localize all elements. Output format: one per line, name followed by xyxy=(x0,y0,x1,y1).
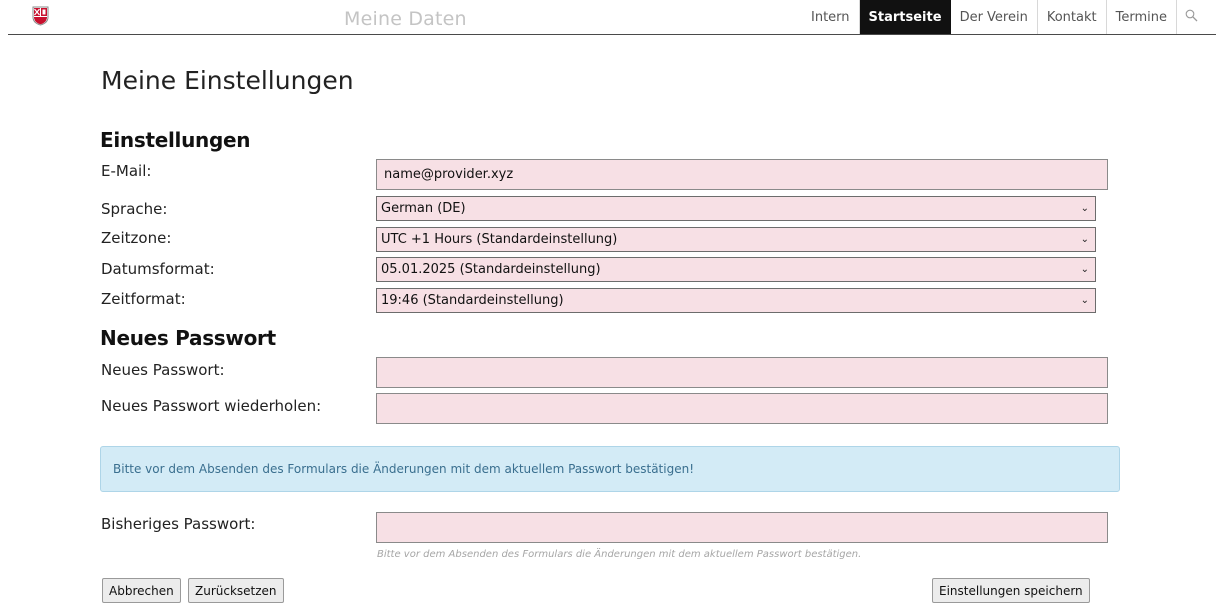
timezone-select[interactable]: UTC +1 Hours (Standardeinstellung) ⌄ xyxy=(376,227,1096,252)
timeformat-label: Zeitformat: xyxy=(101,290,186,308)
page-title: Meine Einstellungen xyxy=(101,66,354,95)
search-button[interactable] xyxy=(1177,0,1207,34)
dateformat-selected-value: 05.01.2025 (Standardeinstellung) xyxy=(381,262,601,277)
chevron-down-icon: ⌄ xyxy=(1080,295,1089,306)
chevron-down-icon: ⌄ xyxy=(1080,264,1089,275)
timeformat-selected-value: 19:46 (Standardeinstellung) xyxy=(381,293,564,308)
header-divider xyxy=(8,34,1216,35)
language-select[interactable]: German (DE) ⌄ xyxy=(376,196,1096,221)
settings-section-heading: Einstellungen xyxy=(100,128,251,152)
top-header: Meine Daten Intern Startseite Der Verein… xyxy=(0,0,1216,35)
nav-item-intern[interactable]: Intern xyxy=(802,0,860,34)
info-alert: Bitte vor dem Absenden des Formulars die… xyxy=(100,446,1120,492)
chevron-down-icon: ⌄ xyxy=(1080,203,1089,214)
nav-item-startseite[interactable]: Startseite xyxy=(859,0,951,34)
nav-item-kontakt[interactable]: Kontakt xyxy=(1038,0,1107,34)
search-icon xyxy=(1185,9,1198,26)
chevron-down-icon: ⌄ xyxy=(1080,234,1089,245)
current-password-label: Bisheriges Passwort: xyxy=(101,515,256,533)
language-selected-value: German (DE) xyxy=(381,201,466,216)
email-label: E-Mail: xyxy=(101,162,152,180)
timeformat-select[interactable]: 19:46 (Standardeinstellung) ⌄ xyxy=(376,288,1096,313)
new-password-field[interactable] xyxy=(376,357,1108,388)
nav-item-der-verein[interactable]: Der Verein xyxy=(951,0,1038,34)
timezone-selected-value: UTC +1 Hours (Standardeinstellung) xyxy=(381,232,618,247)
repeat-password-label: Neues Passwort wiederholen: xyxy=(101,397,322,415)
language-label: Sprache: xyxy=(101,200,168,218)
nav-item-termine[interactable]: Termine xyxy=(1107,0,1177,34)
email-field[interactable] xyxy=(376,159,1108,190)
timezone-label: Zeitzone: xyxy=(101,229,172,247)
repeat-password-field[interactable] xyxy=(376,393,1108,424)
crest-logo-icon[interactable] xyxy=(32,6,49,26)
dateformat-select[interactable]: 05.01.2025 (Standardeinstellung) ⌄ xyxy=(376,257,1096,282)
new-password-label: Neues Passwort: xyxy=(101,361,225,379)
cancel-button[interactable]: Abbrechen xyxy=(102,578,181,603)
current-password-field[interactable] xyxy=(376,512,1108,543)
current-password-help-text: Bitte vor dem Absenden des Formulars die… xyxy=(377,549,862,560)
password-section-heading: Neues Passwort xyxy=(100,326,276,350)
page-heading: Meine Daten xyxy=(344,8,467,30)
info-alert-text: Bitte vor dem Absenden des Formulars die… xyxy=(113,462,694,476)
save-settings-button[interactable]: Einstellungen speichern xyxy=(932,578,1090,603)
main-navigation: Intern Startseite Der Verein Kontakt Ter… xyxy=(802,0,1207,34)
dateformat-label: Datumsformat: xyxy=(101,260,215,278)
reset-button[interactable]: Zurücksetzen xyxy=(188,578,284,603)
